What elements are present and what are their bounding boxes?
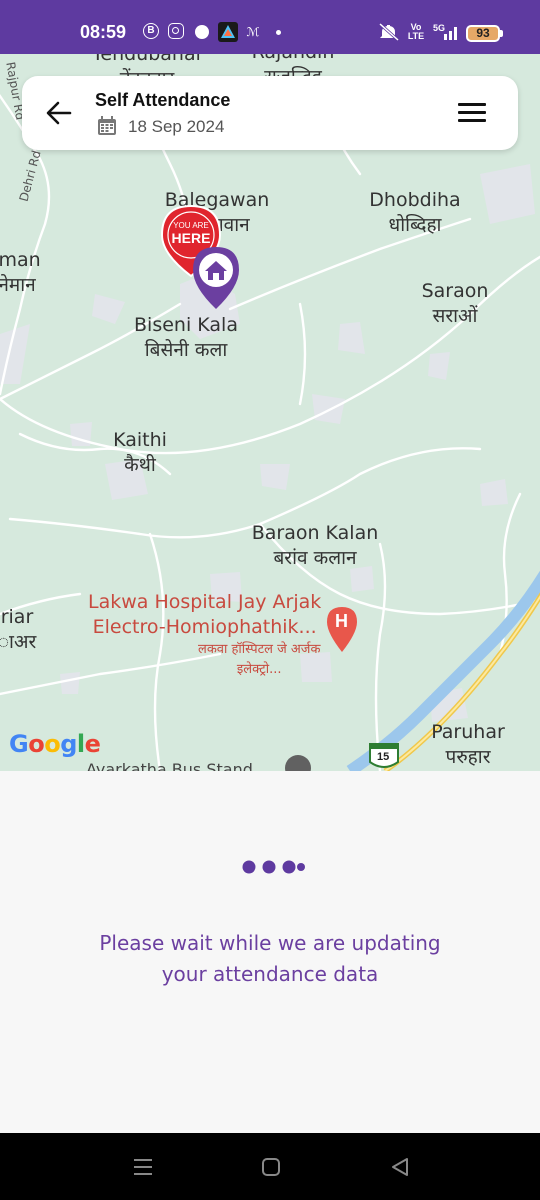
attendance-date: 18 Sep 2024 xyxy=(128,117,225,136)
bus-stand-label: Ayarkatha Bus Stand xyxy=(86,760,253,771)
back-button[interactable] xyxy=(44,98,74,128)
header-card: Self Attendance 18 Sep 2024 xyxy=(22,76,518,150)
status-time: 08:59 xyxy=(80,22,127,42)
battery-indicator: 93 xyxy=(466,25,500,42)
map-view[interactable]: Rajpur Rd Dehri Rd Tendubaharतेंदुबहार R… xyxy=(0,54,540,771)
back-nav-button[interactable] xyxy=(388,1155,412,1179)
instagram-icon xyxy=(168,23,184,39)
home-button[interactable] xyxy=(259,1155,283,1179)
recent-apps-button[interactable] xyxy=(131,1155,155,1179)
signal-icon xyxy=(442,23,460,41)
office-location-marker[interactable] xyxy=(191,245,241,311)
loading-dots-icon xyxy=(242,858,312,876)
hospital-marker-icon[interactable]: H xyxy=(335,611,348,632)
place-biseni-kala: Biseni Kala बिसेनी कला xyxy=(134,314,238,361)
system-nav-bar xyxy=(0,1133,540,1200)
volte-indicator: Vo LTE xyxy=(407,22,425,41)
place-baraon-kalan: Baraon Kalan बरांव कलान xyxy=(251,522,379,569)
here-label: HERE xyxy=(171,230,211,246)
app-thumbnail-icon xyxy=(218,22,238,42)
calendar-icon xyxy=(97,116,117,136)
you-are-label: YOU ARE xyxy=(173,221,209,230)
status-bar: 08:59 B ℳ Vo LTE 5G 93 xyxy=(0,0,540,54)
place-iman: imanनेमान xyxy=(0,249,41,296)
arrow-left-icon xyxy=(46,101,72,125)
more-notifications-dot xyxy=(276,30,281,35)
hospital-label-hindi: लकवा हॉस्पिटल जे अर्जक इलेक्ट्रो... xyxy=(198,642,321,677)
speed-icon: ℳ xyxy=(246,25,260,39)
google-logo: Google xyxy=(9,730,101,758)
recent-apps-icon xyxy=(134,1159,152,1175)
highway-shield: 15 xyxy=(377,751,390,763)
place-riar: riarाअर xyxy=(0,606,37,653)
place-saraon: Saraon सराओं xyxy=(421,280,489,327)
back-triangle-icon xyxy=(392,1158,408,1176)
place-kaithi: Kaithi कैथी xyxy=(113,429,167,476)
home-square-icon xyxy=(262,1158,280,1176)
loading-message: Please wait while we are updating your a… xyxy=(99,931,441,986)
menu-button[interactable] xyxy=(458,102,486,124)
hospital-label[interactable]: Lakwa Hospital Jay Arjak Electro-Homioph… xyxy=(88,590,321,640)
hamburger-menu-icon xyxy=(458,103,486,122)
page-title: Self Attendance xyxy=(95,90,231,110)
mute-icon xyxy=(378,22,400,42)
place-paruhar: Paruhar परुहार xyxy=(431,721,505,768)
app-notification-icon xyxy=(195,25,209,39)
place-dhobdiha: Dhobdiha धोब्दिहा xyxy=(369,189,461,236)
battery-tip xyxy=(500,30,503,37)
b-app-icon: B xyxy=(143,23,159,39)
